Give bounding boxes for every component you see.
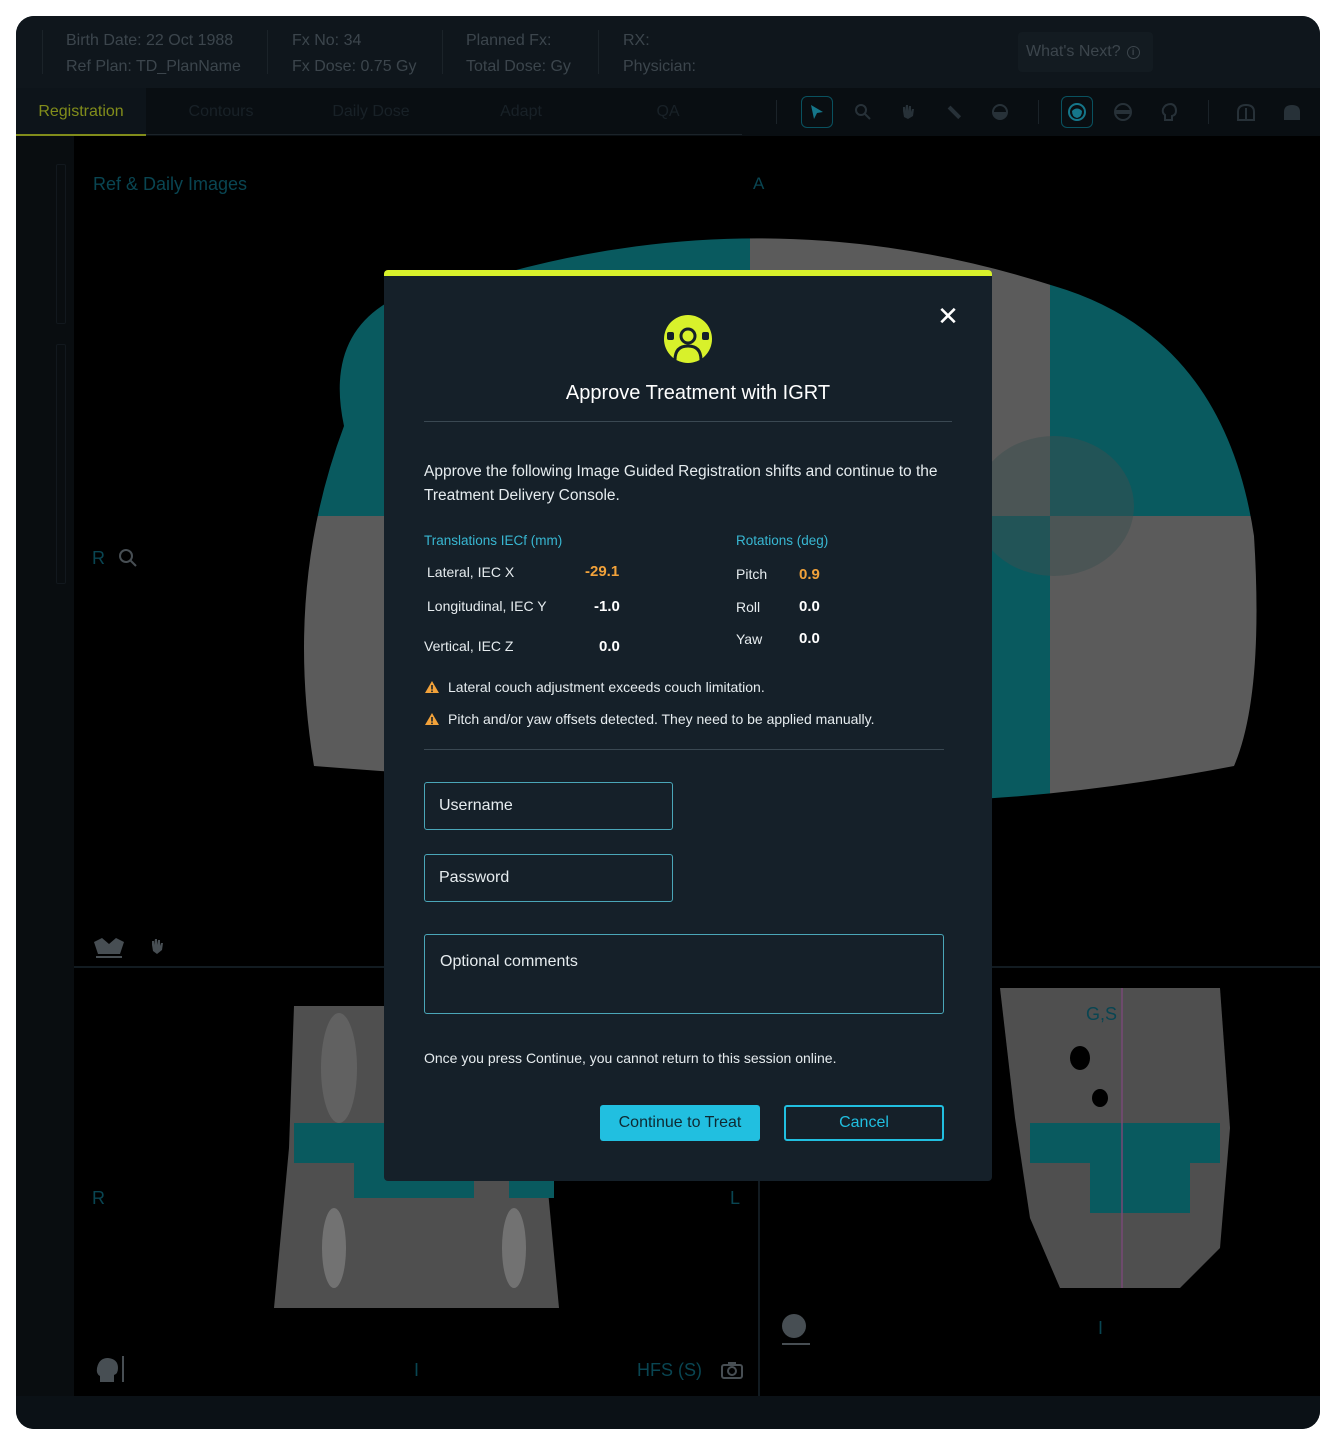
warning-text: Pitch and/or yaw offsets detected. They … <box>448 711 875 727</box>
rotation-label-roll: Roll <box>736 599 761 615</box>
igrt-machine-icon <box>664 315 712 363</box>
continue-to-treat-button[interactable]: Continue to Treat <box>600 1105 760 1141</box>
translation-label-longitudinal: Longitudinal, IEC Y <box>427 598 547 614</box>
translation-value-vertical: 0.0 <box>599 638 620 655</box>
translation-value-lateral: -29.1 <box>585 563 620 580</box>
rotation-value-roll: 0.0 <box>799 598 820 615</box>
rotation-label-pitch: Pitch <box>736 566 768 582</box>
translations-header: Translations IECf (mm) <box>424 533 563 548</box>
continue-note: Once you press Continue, you cannot retu… <box>424 1050 837 1066</box>
warning-message: Lateral couch adjustment exceeds couch l… <box>424 679 765 695</box>
warning-message: Pitch and/or yaw offsets detected. They … <box>424 711 875 727</box>
approve-treatment-dialog: ✕ Approve Treatment with IGRT Approve th… <box>384 270 992 1181</box>
divider <box>424 749 944 750</box>
dialog-description: Approve the following Image Guided Regis… <box>424 463 938 504</box>
cancel-button[interactable]: Cancel <box>784 1105 944 1141</box>
warning-text: Lateral couch adjustment exceeds couch l… <box>448 679 765 695</box>
username-field[interactable] <box>424 782 673 830</box>
dialog-title: Approve Treatment with IGRT <box>565 382 831 404</box>
comments-field[interactable] <box>424 934 944 1014</box>
password-field[interactable] <box>424 854 673 902</box>
close-icon[interactable]: ✕ <box>936 303 960 329</box>
rotation-label-yaw: Yaw <box>736 631 763 647</box>
divider <box>424 421 952 422</box>
translation-label-vertical: Vertical, IEC Z <box>424 638 514 654</box>
warning-icon <box>425 681 439 693</box>
rotation-value-yaw: 0.0 <box>799 630 820 647</box>
rotations-header: Rotations (deg) <box>736 533 829 548</box>
warning-icon <box>425 713 439 725</box>
translation-value-longitudinal: -1.0 <box>594 598 620 615</box>
rotation-value-pitch: 0.9 <box>799 566 820 583</box>
translation-label-lateral: Lateral, IEC X <box>427 564 515 580</box>
